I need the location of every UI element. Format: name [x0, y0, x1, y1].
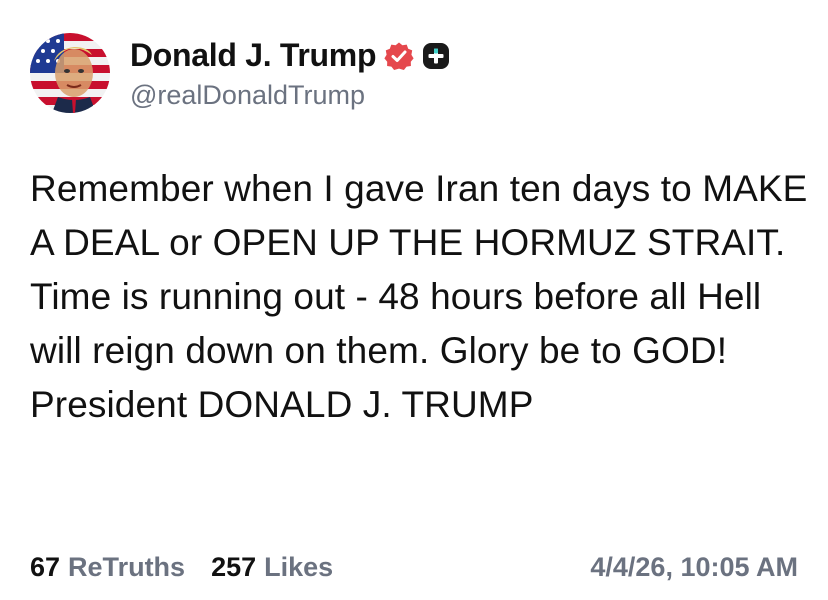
likes-count: 257 [211, 551, 257, 582]
likes-stat[interactable]: 257 Likes [211, 552, 333, 583]
name-row: Donald J. Trump [130, 36, 450, 76]
verified-badge-icon [384, 42, 414, 70]
post-card: Donald J. Trump @realDonaldTrump Remembe… [0, 0, 828, 600]
plus-badge-icon [423, 42, 450, 69]
post-text: Remember when I gave Iran ten days to MA… [30, 168, 808, 425]
retruths-count: 67 [30, 551, 61, 582]
post-timestamp[interactable]: 4/4/26, 10:05 AM [590, 552, 798, 583]
portrait-flag-avatar-icon [30, 33, 110, 113]
post-header: Donald J. Trump @realDonaldTrump [30, 30, 450, 116]
display-name[interactable]: Donald J. Trump [130, 37, 377, 74]
retruths-stat[interactable]: 67 ReTruths [30, 552, 185, 583]
retruths-label: ReTruths [68, 551, 186, 582]
author-handle[interactable]: @realDonaldTrump [130, 80, 450, 111]
likes-label: Likes [264, 551, 334, 582]
avatar[interactable] [30, 33, 110, 113]
author-names: Donald J. Trump @realDonaldTrump [130, 36, 450, 111]
post-footer: 67 ReTruths 257 Likes 4/4/26, 10:05 AM [30, 545, 798, 589]
